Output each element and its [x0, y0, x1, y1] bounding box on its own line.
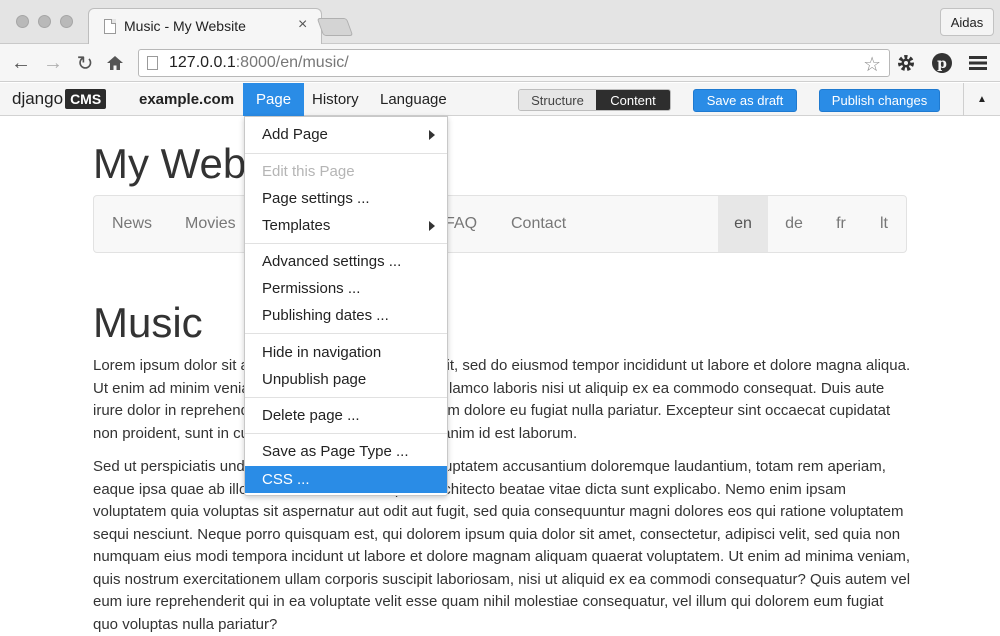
home-icon[interactable] [103, 51, 127, 75]
gear-icon[interactable] [895, 52, 917, 74]
back-arrow-icon[interactable]: ← [9, 51, 33, 75]
structure-mode-button[interactable]: Structure [519, 90, 596, 110]
menu-item-label: Add Page [262, 126, 328, 143]
tab-title: Music - My Website [124, 18, 246, 34]
url-path: :8000/en/music/ [235, 54, 349, 71]
collapse-toolbar-icon[interactable]: ▲ [963, 83, 1000, 116]
browser-titlebar: Music - My Website × Aidas [0, 0, 1000, 45]
new-tab-button[interactable] [316, 18, 354, 36]
save-as-draft-button[interactable]: Save as draft [693, 89, 797, 112]
paragraph-1[interactable]: Lorem ipsum dolor sit amet, consectetur … [93, 355, 911, 445]
django-cms-logo[interactable]: django CMS [12, 89, 107, 109]
site-menu[interactable]: example.com [139, 91, 234, 108]
tab-close-icon[interactable]: × [298, 16, 307, 34]
nav-movies[interactable]: Movies [185, 196, 236, 252]
paragraph-2[interactable]: Sed ut perspiciatis unde omnis iste natu… [93, 456, 911, 636]
menu-page[interactable]: Page [243, 83, 305, 116]
menu-item-hide-in-navigation[interactable]: Hide in navigation [245, 339, 447, 366]
site-navbar: News Movies FAQ Contact en de fr lt [93, 195, 907, 253]
menu-item-advanced-settings[interactable]: Advanced settings ... [245, 248, 447, 275]
menu-divider [245, 153, 447, 154]
hamburger-menu-icon[interactable] [967, 52, 989, 74]
menu-item-delete-page[interactable]: Delete page ... [245, 402, 447, 429]
menu-item-label: Templates [262, 217, 331, 234]
publish-changes-button[interactable]: Publish changes [819, 89, 940, 112]
lang-de[interactable]: de [769, 196, 819, 252]
reload-icon[interactable]: ↻ [73, 51, 97, 75]
menu-divider [245, 333, 447, 334]
profile-button[interactable]: Aidas [940, 8, 994, 36]
structure-content-toggle: Structure Content [518, 89, 671, 111]
window-zoom-button[interactable] [60, 15, 73, 28]
address-bar[interactable]: 127.0.0.1:8000/en/music/ ☆ [138, 49, 890, 77]
pinterest-icon[interactable]: p [931, 52, 953, 74]
menu-item-publishing-dates[interactable]: Publishing dates ... [245, 302, 447, 329]
browser-tab-content: Music - My Website [104, 14, 304, 38]
page-dropdown-menu: Add Page Edit this Page Page settings ..… [244, 116, 448, 496]
menu-history[interactable]: History [299, 83, 372, 116]
logo-badge: CMS [65, 89, 107, 109]
nav-contact[interactable]: Contact [511, 196, 566, 252]
nav-faq[interactable]: FAQ [445, 196, 477, 252]
menu-divider [245, 243, 447, 244]
lang-en[interactable]: en [718, 196, 768, 252]
submenu-arrow-icon [429, 130, 435, 140]
submenu-arrow-icon [429, 221, 435, 231]
menu-item-permissions[interactable]: Permissions ... [245, 275, 447, 302]
menu-item-edit-page: Edit this Page [262, 163, 355, 180]
url-host: 127.0.0.1 [169, 54, 236, 71]
menu-item-unpublish-page[interactable]: Unpublish page [245, 366, 447, 393]
menu-language[interactable]: Language [367, 83, 460, 116]
svg-text:p: p [937, 56, 947, 72]
menu-item-page-settings[interactable]: Page settings ... [245, 185, 447, 212]
page-info-icon[interactable] [147, 56, 158, 70]
nav-news[interactable]: News [112, 196, 152, 252]
menu-divider [245, 433, 447, 434]
menu-divider [245, 397, 447, 398]
window-minimize-button[interactable] [38, 15, 51, 28]
forward-arrow-icon[interactable]: → [41, 51, 65, 75]
lang-lt[interactable]: lt [859, 196, 909, 252]
page-heading[interactable]: Music [93, 299, 203, 347]
menu-item-add-page[interactable]: Add Page [245, 121, 447, 148]
menu-item-save-as-page-type[interactable]: Save as Page Type ... [245, 438, 447, 465]
menu-item-css[interactable]: CSS ... [245, 466, 447, 493]
logo-text: django [12, 89, 64, 108]
content-mode-button[interactable]: Content [596, 90, 670, 110]
bookmark-star-icon[interactable]: ☆ [863, 52, 881, 77]
page-icon [104, 18, 116, 34]
menu-item-templates[interactable]: Templates [245, 212, 447, 239]
browser-toolbar: ← → ↻ 127.0.0.1:8000/en/music/ ☆ p [0, 44, 1000, 82]
window-close-button[interactable] [16, 15, 29, 28]
cms-toolbar: django CMS example.com Page History Lang… [0, 83, 1000, 116]
